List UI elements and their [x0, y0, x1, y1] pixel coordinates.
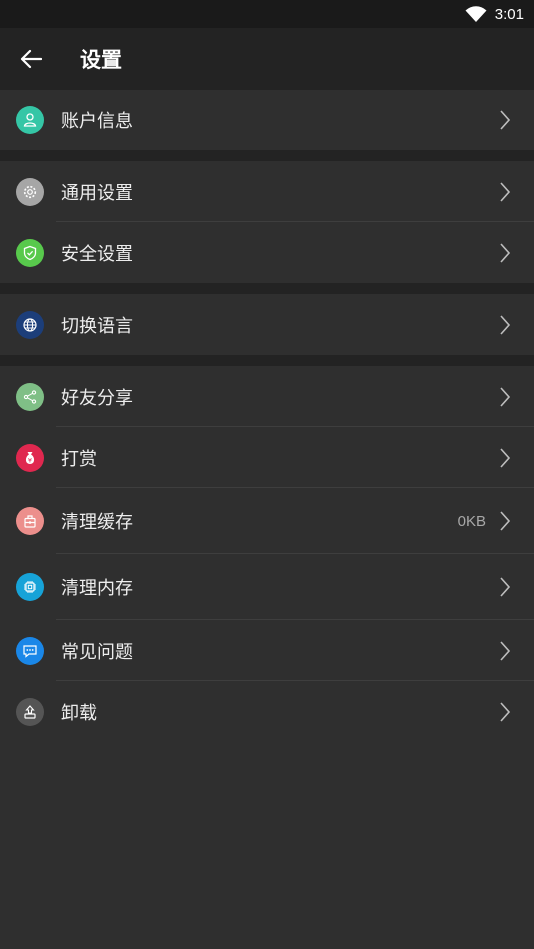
- group-separator: [0, 283, 534, 294]
- settings-item-label: 清理缓存: [61, 512, 133, 533]
- chevron-right-icon: [500, 701, 511, 722]
- chevron-right-icon: [500, 640, 511, 661]
- chat-icon: [16, 636, 44, 665]
- group-separator: [0, 150, 534, 161]
- chip-icon: [16, 573, 44, 601]
- cache-size-value: 0KB: [457, 512, 486, 530]
- settings-item-clear-cache[interactable]: 清理缓存 0KB: [0, 488, 534, 554]
- settings-item-label: 打赏: [61, 448, 97, 470]
- settings-item-label: 好友分享: [61, 387, 133, 409]
- settings-item-general[interactable]: 通用设置: [0, 161, 534, 222]
- settings-item-share[interactable]: 好友分享: [0, 366, 534, 427]
- chevron-right-icon: [500, 447, 511, 468]
- settings-item-label: 常见问题: [61, 641, 133, 663]
- wifi-icon: [465, 5, 487, 22]
- settings-item-clear-memory[interactable]: 清理内存: [0, 554, 534, 620]
- status-bar: 3:01: [0, 0, 534, 28]
- chevron-right-icon: [500, 242, 511, 263]
- settings-group-general: 通用设置 安全设置: [0, 161, 534, 283]
- chevron-right-icon: [500, 181, 511, 202]
- app-toolbar: 设置: [0, 28, 534, 90]
- gear-icon: [16, 177, 44, 206]
- back-button[interactable]: [0, 28, 62, 90]
- settings-group-account: 账户信息: [0, 90, 534, 150]
- settings-group-misc: 好友分享 ¥ 打赏 清理缓存 0KB 清理内存 常见问题 卸载: [0, 366, 534, 742]
- settings-item-account-info[interactable]: 账户信息: [0, 90, 534, 150]
- status-time: 3:01: [494, 5, 524, 23]
- money-bag-icon: ¥: [16, 443, 44, 472]
- globe-icon: [16, 310, 44, 339]
- page-title: 设置: [80, 48, 122, 72]
- chevron-right-icon: [500, 110, 511, 130]
- settings-item-label: 安全设置: [61, 243, 133, 265]
- chevron-right-icon: [500, 577, 511, 597]
- arrow-left-icon: [20, 49, 42, 69]
- chevron-right-icon: [500, 386, 511, 407]
- uninstall-icon: [16, 697, 44, 726]
- settings-item-label: 清理内存: [61, 578, 133, 599]
- user-icon: [16, 106, 44, 134]
- chevron-right-icon: [500, 314, 511, 335]
- settings-item-security[interactable]: 安全设置: [0, 222, 534, 283]
- group-separator: [0, 355, 534, 366]
- settings-item-label: 卸载: [61, 702, 97, 724]
- settings-item-uninstall[interactable]: 卸载: [0, 681, 534, 742]
- settings-item-label: 切换语言: [61, 315, 133, 337]
- chevron-right-icon: [500, 511, 511, 531]
- broom-bag-icon: [16, 507, 44, 535]
- settings-item-reward[interactable]: ¥ 打赏: [0, 427, 534, 488]
- settings-item-label: 通用设置: [61, 182, 133, 204]
- settings-item-label: 账户信息: [61, 111, 133, 132]
- settings-item-language[interactable]: 切换语言: [0, 294, 534, 355]
- settings-item-faq[interactable]: 常见问题: [0, 620, 534, 681]
- shield-icon: [16, 238, 44, 267]
- share-icon: [16, 382, 44, 411]
- svg-text:¥: ¥: [28, 456, 32, 464]
- settings-group-language: 切换语言: [0, 294, 534, 355]
